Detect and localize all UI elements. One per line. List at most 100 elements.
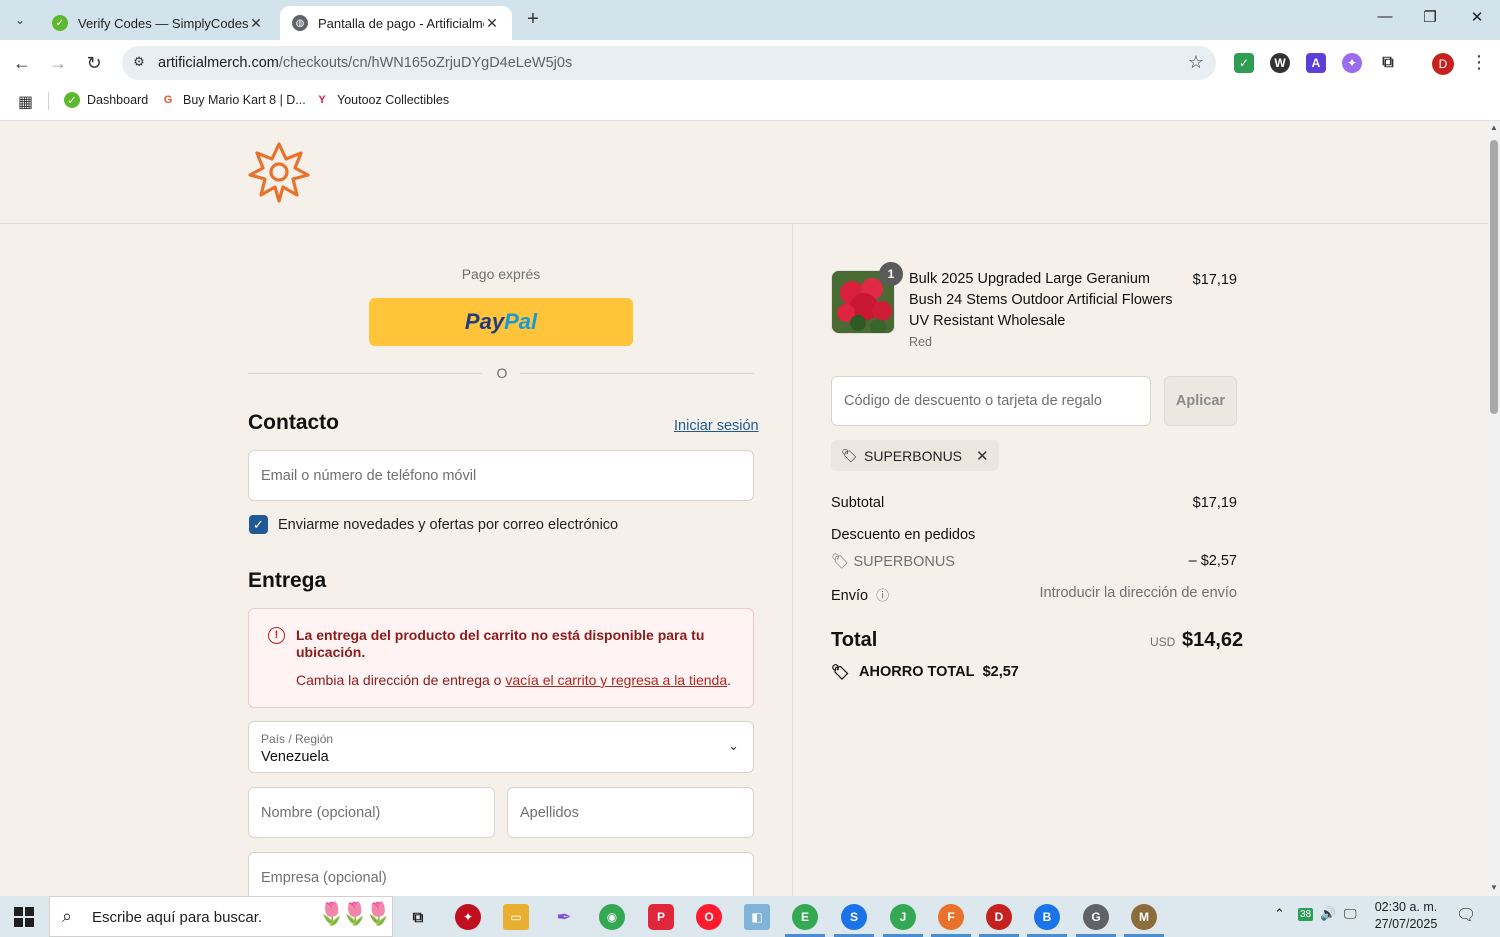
tray-app-badge[interactable]: 38 [1298,908,1314,921]
simplycodes-favicon-icon: ✓ [52,15,68,31]
last-name-input[interactable] [507,787,754,838]
tulips-search-highlight-icon: 🌷🌷🌷 [318,901,392,926]
chrome-profile-g-icon[interactable]: G [1083,904,1109,930]
forward-arrow-icon[interactable]: → [46,51,70,75]
taskbar-search-placeholder: Escribe aquí para buscar. [92,909,263,926]
scroll-down-arrow-icon[interactable]: ▼ [1488,883,1500,892]
store-logo-flower-icon[interactable] [248,141,310,203]
login-link[interactable]: Iniciar sesión [674,418,759,434]
tag-icon: 🏷 [831,664,851,681]
store-header [0,121,1488,224]
windows-start-icon[interactable] [14,907,34,927]
delivery-unavailable-alert: ! La entrega del producto del carrito no… [248,608,754,708]
paypal-button[interactable]: Pay Pal [369,298,633,346]
chrome-profile-b-icon[interactable]: B [1034,904,1060,930]
empty-cart-link[interactable]: vacía el carrito y regresa a la tienda [505,672,727,688]
browser-toolbar: ← → ↻ ⚙ artificialmerch.com/checkouts/cn… [0,40,1500,86]
windows-taskbar: ⌕ Escribe aquí para buscar. 🌷🌷🌷 ⧉ ✦ ▭ ✒ … [0,896,1500,937]
tray-chevron-up-icon[interactable]: ⌃ [1274,906,1285,922]
address-bar[interactable]: ⚙ artificialmerch.com/checkouts/cn/hWN16… [122,46,1216,80]
apps-grid-icon[interactable]: ▦ [18,92,33,112]
url-text[interactable]: artificialmerch.com/checkouts/cn/hWN165o… [158,55,572,71]
minimize-icon[interactable]: — [1370,8,1400,32]
app-p-icon[interactable]: P [648,904,674,930]
clock-date: 27/07/2025 [1374,917,1438,931]
site-info-icon[interactable]: ⚙ [130,54,148,72]
shield-extension-icon[interactable]: ✓ [1234,53,1254,73]
bookmark-dashboard[interactable]: ✓ Dashboard [64,92,148,108]
country-select[interactable]: País / Región Venezuela ⌄ [248,721,754,773]
taskbar-clock[interactable]: 02:30 a. m. 27/07/2025 [1366,899,1446,933]
scroll-up-arrow-icon[interactable]: ▲ [1488,123,1500,132]
scrollbar-thumb[interactable] [1490,140,1498,414]
bookmark-youtooz[interactable]: Y Youtooz Collectibles [314,92,449,108]
a-extension-icon[interactable]: A [1306,53,1326,73]
newsletter-label: Enviarme novedades y ofertas por correo … [278,517,619,533]
volume-icon[interactable]: 🔊 [1320,906,1336,922]
apply-discount-button[interactable]: Aplicar [1164,376,1237,426]
alert-body: Cambia la dirección de entrega o vacía e… [296,672,732,688]
chrome-profile-d-icon[interactable]: D [986,904,1012,930]
network-icon[interactable]: 🖵 [1344,906,1357,922]
reload-icon[interactable]: ↻ [82,51,106,75]
help-circle-icon[interactable]: ⓘ [876,588,889,603]
country-label: País / Región [261,732,334,746]
new-tab-plus-icon[interactable]: + [522,9,544,31]
tab-title: Verify Codes — SimplyCodes [78,15,248,31]
chrome-icon[interactable]: ◉ [599,904,625,930]
total-label: Total [831,629,878,651]
task-view-icon[interactable]: ⧉ [405,904,431,930]
bookmark-star-icon[interactable]: ☆ [1188,52,1204,73]
order-discount-row: Descuento en pedidos [831,527,976,543]
sparkle-extension-icon[interactable]: ✦ [1342,53,1362,73]
puzzle-extensions-icon[interactable]: ⧉ [1378,53,1398,73]
back-arrow-icon[interactable]: ← [10,51,34,75]
restore-icon[interactable]: ❐ [1415,8,1445,32]
subtotal-value: $17,19 [1192,495,1237,511]
chrome-profile-m-icon[interactable]: M [1131,904,1157,930]
g2a-icon: G [163,94,173,106]
chrome-profile-j-icon[interactable]: J [890,904,916,930]
browser-menu-icon[interactable]: ⋮ [1470,52,1488,73]
tab-close-icon[interactable]: ✕ [248,15,264,32]
divider-left [248,373,482,374]
remove-discount-close-icon[interactable]: ✕ [976,447,989,465]
discount-code-input[interactable] [831,376,1151,426]
app-window-icon[interactable]: ◧ [744,904,770,930]
chrome-profile-e-icon[interactable]: E [792,904,818,930]
tag-icon: 🏷 [831,554,854,570]
tab-verify-codes[interactable]: ✓ Verify Codes — SimplyCodes ✕ [40,6,276,40]
tab-checkout[interactable]: ◍ Pantalla de pago - Artificialmerch ✕ [280,6,512,40]
divider-right [520,373,754,374]
tab-title: Pantalla de pago - Artificialmerch [318,15,484,31]
checkout-page [0,121,1488,896]
window-close-icon[interactable]: ✕ [1462,8,1492,32]
tab-search-chevron-icon[interactable]: ⌄ [8,8,32,32]
shipping-value: Introducir la dirección de envío [1039,585,1237,601]
chrome-profile-f-icon[interactable]: F [938,904,964,930]
chevron-down-icon: ⌄ [728,738,739,753]
subtotal-row: Subtotal $17,19 [831,495,1237,511]
opera-icon[interactable]: O [696,904,722,930]
or-separator: O [496,365,508,381]
product-price: $17,19 [1192,272,1237,288]
feather-app-icon[interactable]: ✒ [551,904,577,930]
app-red-icon[interactable]: ✦ [455,904,481,930]
search-icon: ⌕ [62,906,73,926]
tab-close-icon[interactable]: ✕ [484,15,500,32]
globe-favicon-icon: ◍ [292,15,308,31]
taskbar-search-box[interactable]: ⌕ Escribe aquí para buscar. 🌷🌷🌷 [49,896,393,937]
profile-avatar[interactable]: D [1432,53,1454,75]
bookmark-mario-kart[interactable]: G Buy Mario Kart 8 | D... [160,92,306,108]
first-name-input[interactable] [248,787,495,838]
email-input[interactable] [248,450,754,501]
country-value: Venezuela [261,749,329,765]
contact-heading: Contacto [248,411,339,434]
chrome-profile-s-icon[interactable]: S [841,904,867,930]
file-explorer-icon[interactable]: ▭ [503,904,529,930]
newsletter-checkbox[interactable]: ✓ [249,515,268,534]
shipping-row: Envío ⓘ Introducir la dirección de envío [831,585,1237,604]
w-extension-icon[interactable]: W [1270,53,1290,73]
total-value: $14,62 [1182,629,1244,651]
notifications-icon[interactable]: 🗨 [1456,905,1476,925]
